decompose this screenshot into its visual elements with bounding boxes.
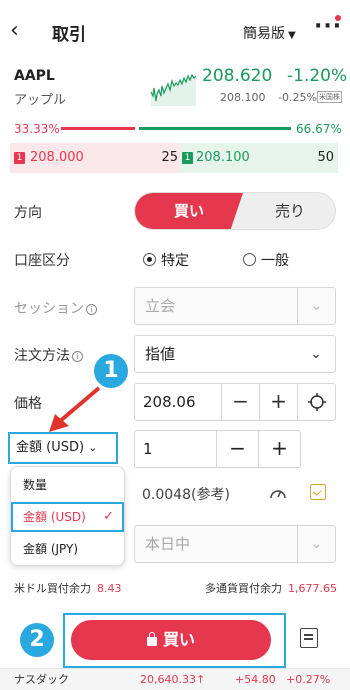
symbol: AAPL <box>14 68 55 84</box>
change-percent: -1.20% <box>287 66 348 86</box>
buy-submit-label: 買い <box>162 630 195 649</box>
annotation-arrow-icon <box>49 386 101 432</box>
buy-submit-button[interactable]: 買い <box>71 620 271 660</box>
ask-level: 1 <box>182 152 193 164</box>
sparkline-chart <box>150 73 197 106</box>
ask-price: 208.100 <box>196 150 250 165</box>
amount-input[interactable]: 1 <box>135 431 217 467</box>
info-icon[interactable]: i <box>72 351 83 362</box>
account-type-label: 口座区分 <box>14 253 70 269</box>
caret-down-icon: ▼ <box>288 30 296 41</box>
account-radio-tokutei[interactable]: 特定 <box>143 250 189 270</box>
ticker-name: ナスダック <box>14 673 69 686</box>
top-bar: ‹ 取引 簡易版 ▼ ··· <box>0 0 350 62</box>
ask-size: 50 <box>317 150 334 165</box>
amount-unit-dropdown: 数量 金額 (USD) ✓ 金額 (JPY) <box>10 466 125 566</box>
amount-plus-button[interactable]: + <box>259 431 300 467</box>
market-badge: 米国株 <box>317 91 342 103</box>
radio-empty-icon <box>243 253 256 266</box>
multi-buying-power-label: 多通貨買付余力 <box>205 582 282 595</box>
ask-ratio-label: 66.67% <box>296 122 342 136</box>
price-minus-button[interactable]: − <box>222 384 260 420</box>
bid-level: 1 <box>14 152 25 164</box>
mode-label: 簡易版 <box>243 26 285 42</box>
last-price: 208.620 <box>202 66 273 86</box>
back-arrow-icon[interactable]: ‹ <box>10 18 19 44</box>
ask-cell[interactable]: 1 208.100 50 <box>180 143 338 173</box>
mode-selector[interactable]: 簡易版 ▼ <box>243 23 296 43</box>
notification-dot <box>335 15 341 21</box>
order-type-label: 注文方法 i <box>14 345 83 365</box>
direction-toggle: 買い 売り <box>134 192 336 230</box>
dropdown-item-usd-label: 金額 (USD) <box>23 510 86 524</box>
price-stepper: 208.06 − + <box>134 383 336 421</box>
amount-minus-button[interactable]: − <box>217 431 259 467</box>
usd-buying-power-label: 米ドル買付余力 <box>14 582 91 595</box>
ticker-change: +54.80 <box>235 673 276 686</box>
ticker-change-pct: +0.27% <box>286 673 331 686</box>
crosshair-icon[interactable] <box>298 384 335 420</box>
quantity-reference: 0.0048(参考) <box>142 487 230 503</box>
direction-label: 方向 <box>14 205 42 221</box>
chevron-down-icon: ⌄ <box>297 526 335 562</box>
session-value: 立会 <box>145 297 176 315</box>
bid-ratio-bar <box>61 127 135 130</box>
chevron-down-icon: ⌄ <box>310 346 322 362</box>
account-opt2-label: 一般 <box>261 253 289 269</box>
dropdown-item-jpy[interactable]: 金額 (JPY) <box>11 534 124 564</box>
reference-change: -0.25% <box>278 91 317 104</box>
order-type-select[interactable]: 指値 ⌄ <box>134 335 336 373</box>
bid-price: 208.000 <box>30 150 84 165</box>
ask-ratio-bar <box>139 127 291 130</box>
session-select[interactable]: 立会 ⌄ <box>134 287 336 325</box>
usd-buying-power-value: 8.43 <box>97 582 122 595</box>
expiry-value: 本日中 <box>145 535 191 553</box>
order-book-row: 1 208.000 25 1 208.100 50 <box>10 143 338 173</box>
order-list-icon[interactable] <box>300 628 318 648</box>
session-label-text: セッション <box>14 301 84 317</box>
bid-size: 25 <box>161 150 178 165</box>
account-opt1-label: 特定 <box>161 253 189 269</box>
bid-ratio-label: 33.33% <box>14 122 60 136</box>
dropdown-item-quantity[interactable]: 数量 <box>11 470 124 500</box>
account-radio-ippan[interactable]: 一般 <box>243 250 289 270</box>
symbol-name: アップル <box>14 93 67 108</box>
reference-price: 208.100 <box>220 91 266 104</box>
expiry-select[interactable]: 本日中 ⌄ <box>134 525 336 563</box>
info-icon[interactable]: i <box>86 304 97 315</box>
session-label: セッション i <box>14 298 97 318</box>
price-plus-button[interactable]: + <box>260 384 298 420</box>
radio-selected-icon <box>143 253 156 266</box>
ticker-price: 20,640.33↑ <box>140 673 206 686</box>
order-type-label-text: 注文方法 <box>14 348 70 364</box>
price-label: 価格 <box>14 396 42 412</box>
annotation-step-2: 2 <box>20 623 54 657</box>
sell-toggle-button[interactable]: 売り <box>243 193 335 229</box>
price-input[interactable]: 208.06 <box>135 384 222 420</box>
buy-toggle-button[interactable]: 買い <box>135 193 243 229</box>
bid-cell[interactable]: 1 208.000 25 <box>10 143 180 173</box>
amount-stepper: 1 − + <box>134 430 301 468</box>
lock-icon <box>146 632 157 646</box>
multi-buying-power-value: 1,677.65 <box>288 582 337 595</box>
page-title: 取引 <box>52 25 86 45</box>
usd-buying-power: 米ドル買付余力 8.43 <box>14 580 122 596</box>
check-icon: ✓ <box>103 509 114 524</box>
calculator-icon[interactable] <box>310 484 326 500</box>
order-type-value: 指値 <box>145 345 176 363</box>
index-ticker[interactable]: ナスダック 20,640.33↑ +54.80 +0.27% <box>0 668 350 690</box>
multi-currency-buying-power: 多通貨買付余力 1,677.65 <box>205 580 337 596</box>
gauge-icon[interactable] <box>269 485 287 505</box>
chevron-down-icon: ⌄ <box>297 288 335 324</box>
dropdown-item-usd[interactable]: 金額 (USD) ✓ <box>11 502 124 532</box>
